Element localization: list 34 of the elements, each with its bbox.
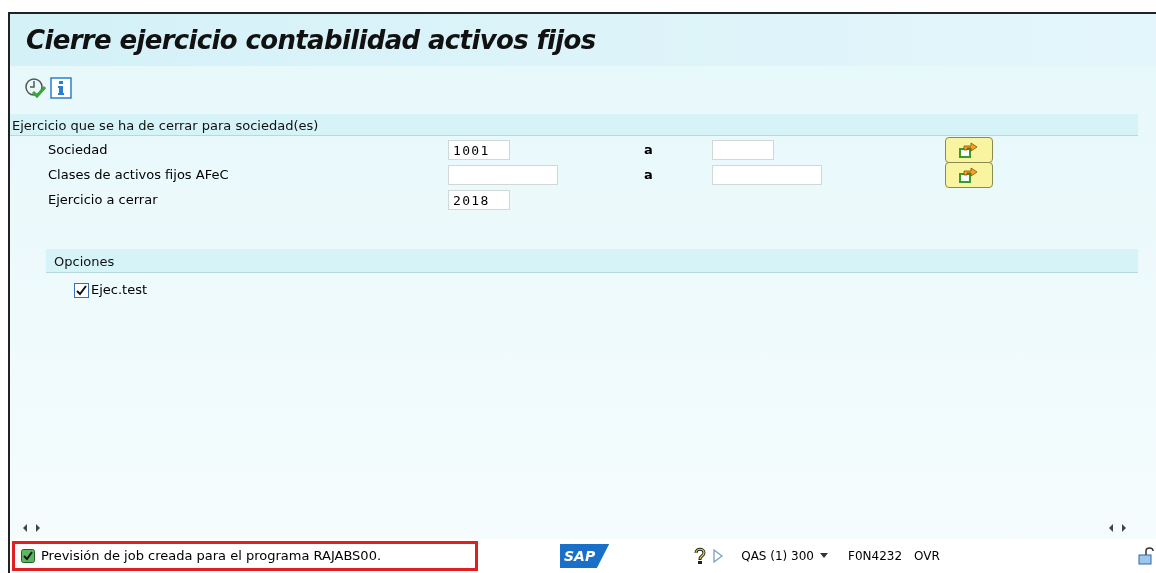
- to-label: a: [644, 141, 654, 160]
- help-icon[interactable]: [693, 547, 708, 565]
- field-label: Sociedad: [48, 141, 109, 160]
- scroll-arrows-icon[interactable]: [22, 523, 42, 533]
- check-icon: [76, 284, 87, 296]
- checkbox-label: Ejec.test: [91, 281, 148, 300]
- input-field[interactable]: [712, 165, 822, 185]
- dropdown-caret-icon[interactable]: [820, 553, 828, 559]
- to-label: a: [644, 166, 654, 185]
- section-header: Ejercicio que se ha de cerrar para sociedad(es): [10, 114, 1138, 136]
- multiple-selection-button[interactable]: [945, 137, 993, 163]
- input-field[interactable]: [448, 165, 558, 185]
- info-icon[interactable]: [50, 77, 72, 99]
- system-info[interactable]: QAS (1) 300: [741, 547, 814, 565]
- execute-clock-icon[interactable]: [24, 77, 46, 99]
- folder-arrow-icon: [958, 140, 980, 160]
- input-mode: OVR: [914, 548, 940, 565]
- input-field[interactable]: 2018: [448, 190, 510, 210]
- input-field[interactable]: 1001: [448, 140, 510, 160]
- folder-arrow-icon: [958, 165, 980, 185]
- checkbox[interactable]: [74, 282, 89, 298]
- scroll-arrows-icon[interactable]: [1108, 523, 1128, 533]
- unlock-icon[interactable]: [1138, 546, 1154, 566]
- field-label: Ejercicio a cerrar: [48, 191, 159, 210]
- multiple-selection-button[interactable]: [945, 162, 993, 188]
- success-check-icon: [21, 549, 35, 563]
- section-header: Opciones: [46, 249, 1138, 273]
- field-label: Clases de activos fijos AFeC: [48, 166, 230, 185]
- play-icon[interactable]: [713, 549, 724, 563]
- server-name: F0N4232: [848, 548, 903, 565]
- window-title: Cierre ejercicio contabilidad activos fijos: [26, 23, 596, 57]
- status-text: Previsión de job creada para el programa RAJABS00.: [41, 547, 382, 566]
- input-field[interactable]: [712, 140, 774, 160]
- sap-logo: SAP: [560, 544, 610, 568]
